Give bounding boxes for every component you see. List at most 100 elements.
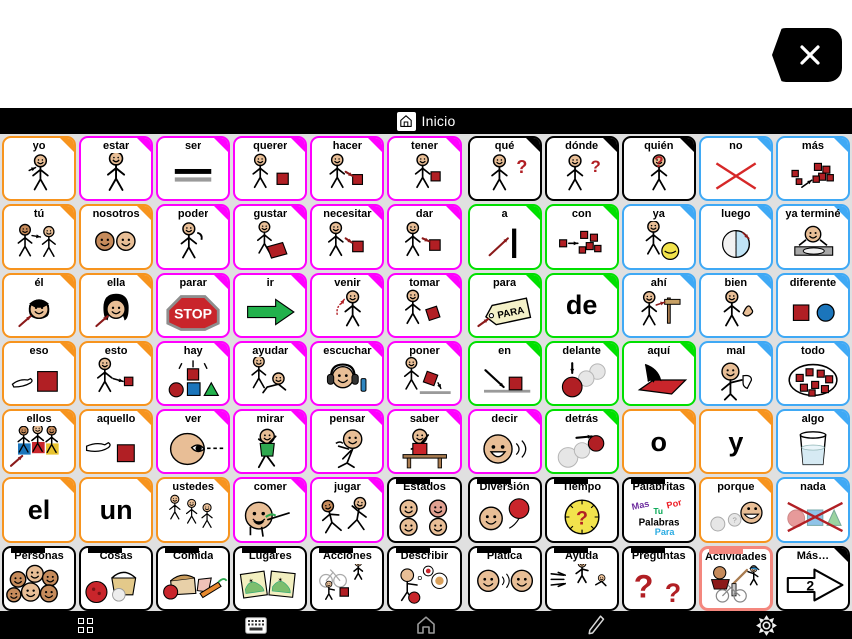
grid-cell-ayuda[interactable]: Ayuda	[544, 545, 619, 611]
grid-cell-mal[interactable]: mal	[698, 340, 773, 407]
grid-cell-palabritas[interactable]: Palabritas Mas Tu Por Palabras Para	[621, 477, 696, 543]
grid-cell-necesitar[interactable]: necesitar	[310, 204, 385, 270]
recent-apps-button[interactable]	[0, 617, 170, 633]
grid-cell-aquí[interactable]: aquí	[621, 340, 696, 407]
close-button[interactable]	[772, 28, 842, 82]
grid-cell-mirar[interactable]: mirar	[233, 409, 308, 475]
grid-cell-lugares[interactable]: Lugares ✶ ✶	[233, 545, 308, 611]
grid-cell-decir[interactable]: decir	[467, 409, 542, 475]
grid-cell-tener[interactable]: tener	[387, 136, 462, 202]
grid-cell-tomar[interactable]: tomar	[387, 272, 462, 338]
grid-cell-venir[interactable]: venir	[310, 272, 385, 338]
grid-cell-escuchar[interactable]: escuchar	[310, 340, 385, 407]
grid-cell-querer[interactable]: querer	[233, 136, 308, 202]
grid-cell-de[interactable]: de	[544, 272, 619, 338]
cell-label: el	[27, 495, 51, 526]
grid-cell-hacer[interactable]: hacer	[310, 136, 385, 202]
grid-cell-plática[interactable]: Plática	[467, 545, 542, 611]
grid-cell-cosas[interactable]: Cosas	[79, 545, 154, 611]
grid-cell-quién[interactable]: quién?	[621, 136, 696, 202]
settings-button[interactable]	[682, 614, 852, 636]
grid-cell-esto[interactable]: esto	[79, 340, 154, 407]
grid-cell-describir[interactable]: Describir	[387, 545, 462, 611]
grid-cell-nada[interactable]: nada	[775, 477, 850, 543]
grid-cell-poder[interactable]: poder	[156, 204, 231, 270]
grid-cell-dar[interactable]: dar	[387, 204, 462, 270]
grid-cell-delante[interactable]: delante	[544, 340, 619, 407]
grid-cell-pensar[interactable]: pensar	[310, 409, 385, 475]
grid-cell-poner[interactable]: poner	[387, 340, 462, 407]
grid-cell-comida[interactable]: Comida	[156, 545, 231, 611]
grid-cell-nosotros[interactable]: nosotros	[79, 204, 154, 270]
grid-cell-comer[interactable]: comer	[233, 477, 308, 543]
grid-cell-ver[interactable]: ver	[156, 409, 231, 475]
grid-cell-o[interactable]: o	[621, 409, 696, 475]
grid-cell-detrás[interactable]: detrás	[544, 409, 619, 475]
cell-label: él	[34, 276, 44, 289]
grid-cell-parar[interactable]: parar STOP	[156, 272, 231, 338]
grid-cell-ellos[interactable]: ellos	[2, 409, 77, 475]
grid-cell-más[interactable]: más	[775, 136, 850, 202]
grid-cell-un[interactable]: un	[79, 477, 154, 543]
home-button[interactable]	[341, 615, 511, 635]
grid-cell-jugar[interactable]: jugar	[310, 477, 385, 543]
grid-cell-yo[interactable]: yo	[2, 136, 77, 202]
grid-cell-qué[interactable]: qué?	[467, 136, 542, 202]
close-x-icon	[800, 45, 820, 65]
grid-cell-hay[interactable]: hay	[156, 340, 231, 407]
grid-cell-acciones[interactable]: Acciones	[310, 545, 385, 611]
grid-cell-tú[interactable]: tú	[2, 204, 77, 270]
grid-cell-ser[interactable]: ser	[156, 136, 231, 202]
corner-marker	[137, 342, 152, 357]
grid-cell-personas[interactable]: Personas	[2, 545, 77, 611]
grid-cell-ya[interactable]: ya	[621, 204, 696, 270]
grid-cell-estar[interactable]: estar	[79, 136, 154, 202]
grid-cell-ella[interactable]: ella	[79, 272, 154, 338]
grid-cell-eso[interactable]: eso	[2, 340, 77, 407]
cell-label: ustedes	[172, 481, 214, 494]
grid-cell-ir[interactable]: ir	[233, 272, 308, 338]
grid-cell-a[interactable]: a	[467, 204, 542, 270]
stylus-button[interactable]	[511, 614, 681, 636]
grid-cell-estados[interactable]: Estados	[387, 477, 462, 543]
grid-cell-para[interactable]: para PARA	[467, 272, 542, 338]
grid-cell-diversión[interactable]: Diversión	[467, 477, 542, 543]
folder-tab	[396, 479, 431, 485]
grid-cell-ustedes[interactable]: ustedes	[156, 477, 231, 543]
corner-marker	[137, 138, 152, 152]
grid-cell-él[interactable]: él	[2, 272, 77, 338]
grid-cell-ya-terminé[interactable]: ya terminé	[775, 204, 850, 270]
keyboard-button[interactable]	[170, 616, 340, 634]
cell-label: un	[99, 495, 133, 526]
cell-label: ella	[106, 276, 126, 289]
folder-tab	[553, 547, 588, 553]
grid-cell-el[interactable]: el	[2, 477, 77, 543]
grid-cell-en[interactable]: en	[467, 340, 542, 407]
grid-cell-bien[interactable]: bien	[698, 272, 773, 338]
cell-label: jugar	[333, 481, 361, 494]
grid-cell-porque[interactable]: porque?	[698, 477, 773, 543]
grid-cell-gustar[interactable]: gustar	[233, 204, 308, 270]
grid-cell-preguntas[interactable]: Preguntas??	[621, 545, 696, 611]
grid-cell-saber[interactable]: saber	[387, 409, 462, 475]
grid-cell-aquello[interactable]: aquello	[79, 409, 154, 475]
grid-cell-todo[interactable]: todo	[775, 340, 850, 407]
grid-cell-ahí[interactable]: ahí	[621, 272, 696, 338]
grid-cell-dónde[interactable]: dónde?	[544, 136, 619, 202]
grid-cell-no[interactable]: no	[698, 136, 773, 202]
grid-cell-más[interactable]: Más… 2	[775, 545, 850, 611]
grid-cell-diferente[interactable]: diferente	[775, 272, 850, 338]
cell-label: en	[498, 344, 511, 357]
grid-cell-luego[interactable]: luego	[698, 204, 773, 270]
two-heads-icon	[81, 220, 151, 267]
grid-cell-tiempo[interactable]: Tiempo?	[544, 477, 619, 543]
grid-cell-y[interactable]: y	[698, 409, 773, 475]
grid-cell-ayudar[interactable]: ayudar	[233, 340, 308, 407]
grid-cell-con[interactable]: con	[544, 204, 619, 270]
grid-cell-actividades[interactable]: Actividades	[698, 545, 773, 611]
home-icon[interactable]	[396, 111, 416, 131]
grid-cell-algo[interactable]: algo	[775, 409, 850, 475]
arrow-to-bar-icon	[470, 220, 540, 267]
cell-label: ya	[652, 208, 665, 221]
cell-label: quién	[644, 140, 674, 152]
